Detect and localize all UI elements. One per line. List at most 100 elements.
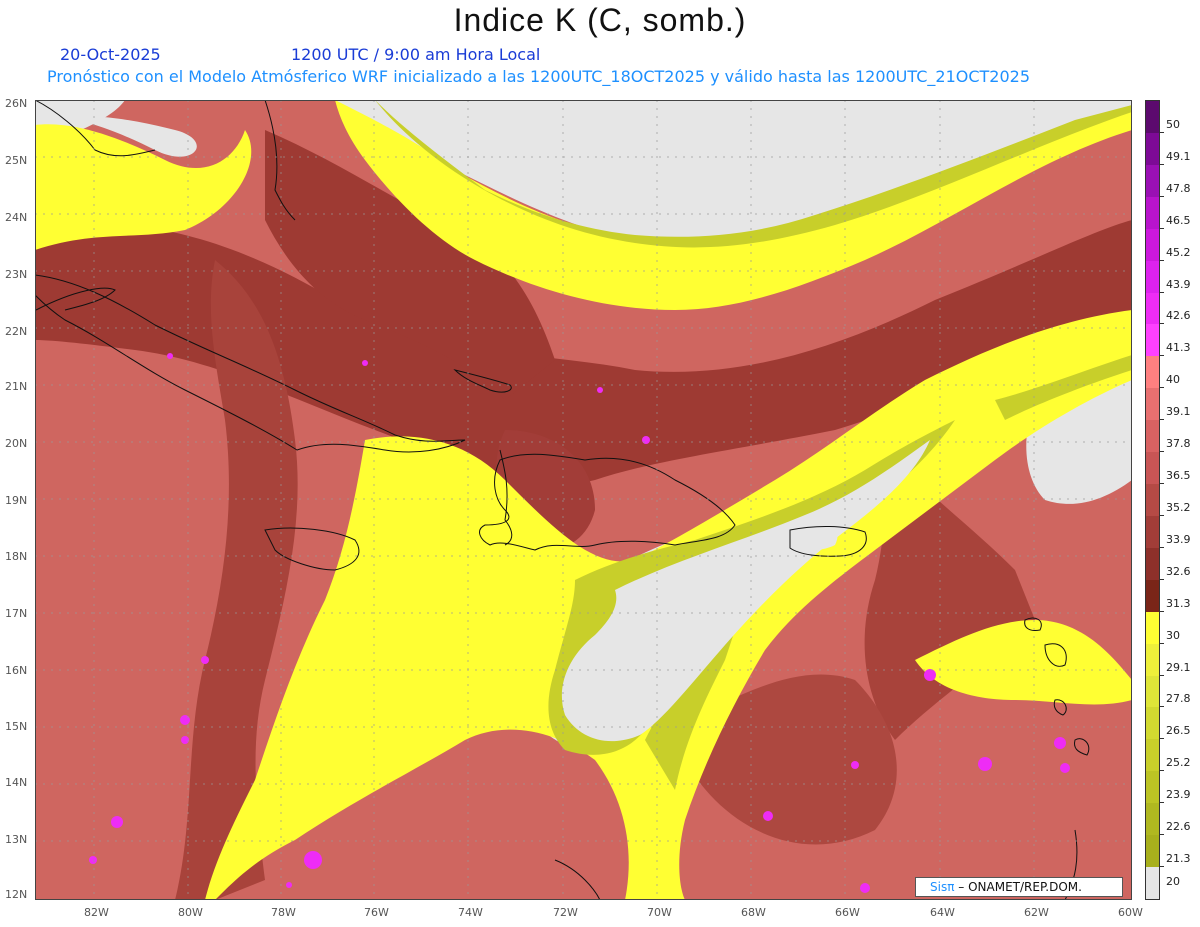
colorbar-segment bbox=[1146, 835, 1159, 868]
colorbar-segment bbox=[1146, 324, 1159, 357]
lon-label: 68W bbox=[741, 906, 766, 919]
colorbar-segment bbox=[1146, 132, 1159, 166]
colorbar-segment bbox=[1146, 228, 1159, 262]
colorbar-tick bbox=[1160, 866, 1164, 868]
colorbar-tick bbox=[1160, 419, 1164, 421]
colorbar-tick bbox=[1160, 195, 1164, 197]
map-canvas bbox=[35, 100, 1132, 900]
lon-label: 64W bbox=[930, 906, 955, 919]
colorbar-tick bbox=[1160, 610, 1164, 612]
colorbar-label: 32.6 bbox=[1166, 564, 1191, 578]
lat-label: 12N bbox=[5, 888, 28, 901]
colorbar-tick bbox=[1160, 770, 1164, 772]
lat-label: 18N bbox=[5, 550, 28, 563]
colorbar-segment bbox=[1146, 260, 1159, 293]
credit-box: Sisπ – ONAMET/REP.DOM. bbox=[915, 877, 1123, 897]
colorbar-tick bbox=[1160, 323, 1164, 325]
colorbar-tick bbox=[1160, 131, 1164, 133]
colorbar-segment bbox=[1146, 611, 1159, 645]
colorbar-label: 43.9 bbox=[1166, 277, 1191, 291]
lon-label: 74W bbox=[458, 906, 483, 919]
colorbar-segment bbox=[1146, 101, 1159, 134]
date-label: 20-Oct-2025 bbox=[60, 45, 161, 64]
colorbar-tick bbox=[1160, 227, 1164, 229]
colorbar-segment bbox=[1146, 196, 1159, 230]
lat-label: 13N bbox=[5, 833, 28, 846]
colorbar-label: 36.5 bbox=[1166, 469, 1191, 483]
colorbar-segment bbox=[1146, 707, 1159, 740]
k-index-map bbox=[35, 100, 1132, 900]
lat-label: 25N bbox=[5, 154, 28, 167]
colorbar-segment bbox=[1146, 803, 1159, 836]
colorbar-label: 29.1 bbox=[1166, 660, 1191, 674]
colorbar-tick bbox=[1160, 483, 1164, 485]
colorbar-segment bbox=[1146, 547, 1159, 581]
colorbar-label: 40 bbox=[1166, 373, 1180, 387]
colorbar-segment bbox=[1146, 771, 1159, 804]
lat-label: 22N bbox=[5, 325, 28, 338]
colorbar-tick bbox=[1160, 546, 1164, 548]
lat-label: 17N bbox=[5, 607, 28, 620]
colorbar-tick bbox=[1160, 163, 1164, 165]
colorbar-segment bbox=[1146, 388, 1159, 421]
colorbar-tick bbox=[1160, 834, 1164, 836]
colorbar-tick bbox=[1160, 674, 1164, 676]
lon-label: 76W bbox=[364, 906, 389, 919]
lon-label: 62W bbox=[1024, 906, 1049, 919]
colorbar-label: 41.3 bbox=[1166, 341, 1191, 355]
colorbar-label: 49.1 bbox=[1166, 149, 1191, 163]
forecast-label: Pronóstico con el Modelo Atmósferico WRF… bbox=[47, 67, 1031, 86]
colorbar-segment bbox=[1146, 292, 1159, 325]
colorbar-label: 39.1 bbox=[1166, 405, 1191, 419]
lat-label: 20N bbox=[5, 437, 28, 450]
colorbar-segment bbox=[1146, 579, 1159, 613]
credit-text: – ONAMET/REP.DOM. bbox=[958, 880, 1082, 894]
lon-label: 80W bbox=[178, 906, 203, 919]
colorbar-label: 47.8 bbox=[1166, 181, 1191, 195]
colorbar-tick bbox=[1160, 802, 1164, 804]
colorbar-label: 31.3 bbox=[1166, 596, 1191, 610]
colorbar-label: 27.8 bbox=[1166, 692, 1191, 706]
colorbar-segment bbox=[1146, 484, 1159, 517]
colorbar-label: 22.6 bbox=[1166, 820, 1191, 834]
lon-label: 82W bbox=[84, 906, 109, 919]
colorbar-tick bbox=[1160, 355, 1164, 357]
colorbar-segment bbox=[1146, 739, 1159, 772]
lon-label: 72W bbox=[553, 906, 578, 919]
colorbar-tick bbox=[1160, 578, 1164, 580]
colorbar-segment bbox=[1146, 164, 1159, 198]
colorbar-tick bbox=[1160, 291, 1164, 293]
colorbar-tick bbox=[1160, 259, 1164, 261]
lat-label: 23N bbox=[5, 268, 28, 281]
lat-label: 19N bbox=[5, 494, 28, 507]
colorbar-label: 45.2 bbox=[1166, 245, 1191, 259]
colorbar-label: 25.2 bbox=[1166, 756, 1191, 770]
lon-label: 70W bbox=[647, 906, 672, 919]
colorbar-segment bbox=[1146, 867, 1159, 900]
colorbar-segment bbox=[1146, 515, 1159, 549]
colorbar-label: 35.2 bbox=[1166, 500, 1191, 514]
colorbar-tick bbox=[1160, 387, 1164, 389]
colorbar-label: 21.3 bbox=[1166, 852, 1191, 866]
colorbar-label: 46.5 bbox=[1166, 213, 1191, 227]
colorbar-label: 26.5 bbox=[1166, 724, 1191, 738]
lat-label: 26N bbox=[5, 97, 28, 110]
colorbar-label: 23.9 bbox=[1166, 788, 1191, 802]
colorbar-segment bbox=[1146, 356, 1159, 389]
colorbar-segment bbox=[1146, 452, 1159, 485]
lat-label: 16N bbox=[5, 664, 28, 677]
lat-label: 14N bbox=[5, 776, 28, 789]
colorbar-tick bbox=[1160, 642, 1164, 644]
colorbar-label: 30 bbox=[1166, 628, 1180, 642]
colorbar-label: 50 bbox=[1166, 117, 1180, 131]
colorbar-label: 37.8 bbox=[1166, 437, 1191, 451]
colorbar bbox=[1145, 100, 1160, 900]
lon-label: 78W bbox=[271, 906, 296, 919]
lon-label: 60W bbox=[1118, 906, 1143, 919]
lon-label: 66W bbox=[835, 906, 860, 919]
lat-label: 15N bbox=[5, 720, 28, 733]
chart-title: Indice K (C, somb.) bbox=[453, 2, 747, 38]
credit-brand: Sisπ bbox=[930, 880, 955, 894]
colorbar-tick bbox=[1160, 738, 1164, 740]
colorbar-tick bbox=[1160, 514, 1164, 516]
